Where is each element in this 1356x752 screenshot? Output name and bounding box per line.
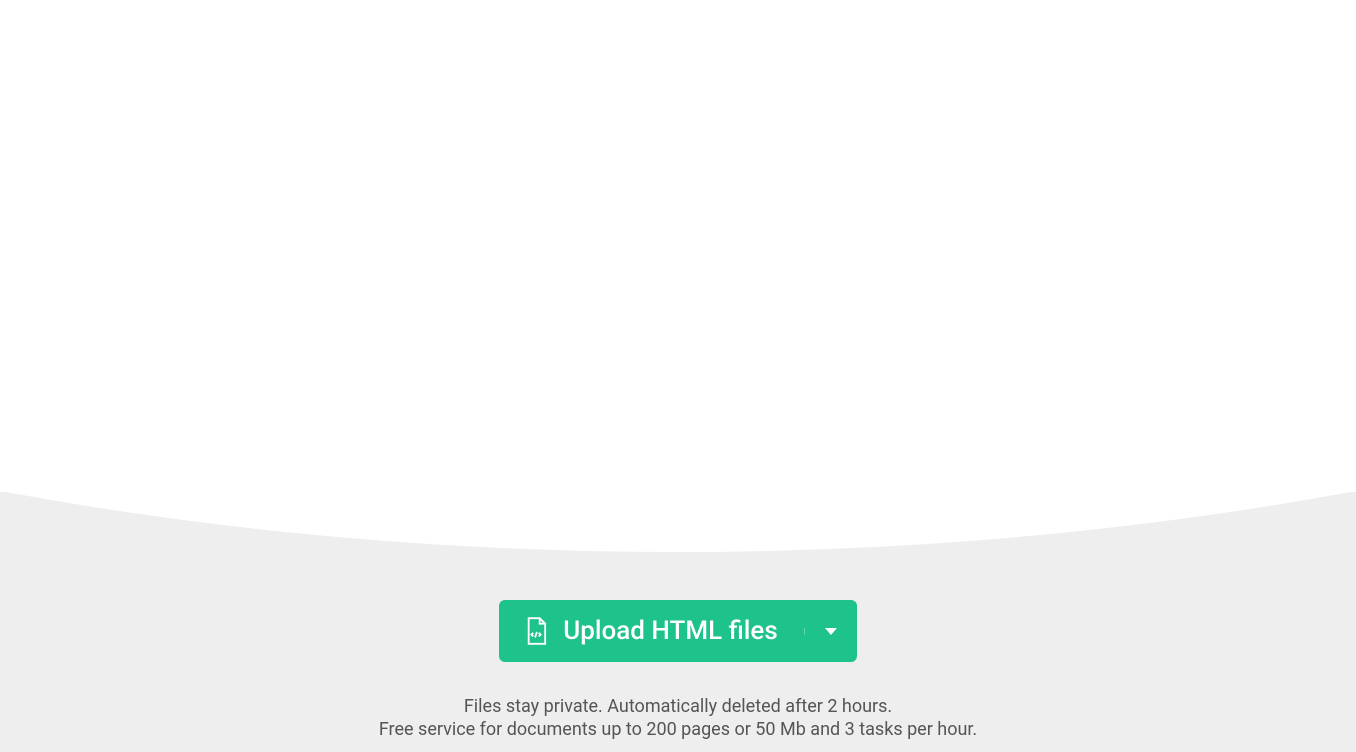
upload-options-caret[interactable] bbox=[804, 628, 857, 635]
upload-area: Upload HTML files Files stay private. Au… bbox=[0, 492, 1356, 752]
upload-html-files-button[interactable]: Upload HTML files bbox=[499, 600, 856, 662]
info-text: Files stay private. Automatically delete… bbox=[0, 696, 1356, 740]
info-line-1: Files stay private. Automatically delete… bbox=[0, 696, 1356, 717]
file-code-icon bbox=[525, 617, 547, 645]
info-line-2: Free service for documents up to 200 pag… bbox=[0, 719, 1356, 740]
caret-down-icon bbox=[825, 628, 837, 635]
upload-button-label: Upload HTML files bbox=[563, 616, 777, 646]
